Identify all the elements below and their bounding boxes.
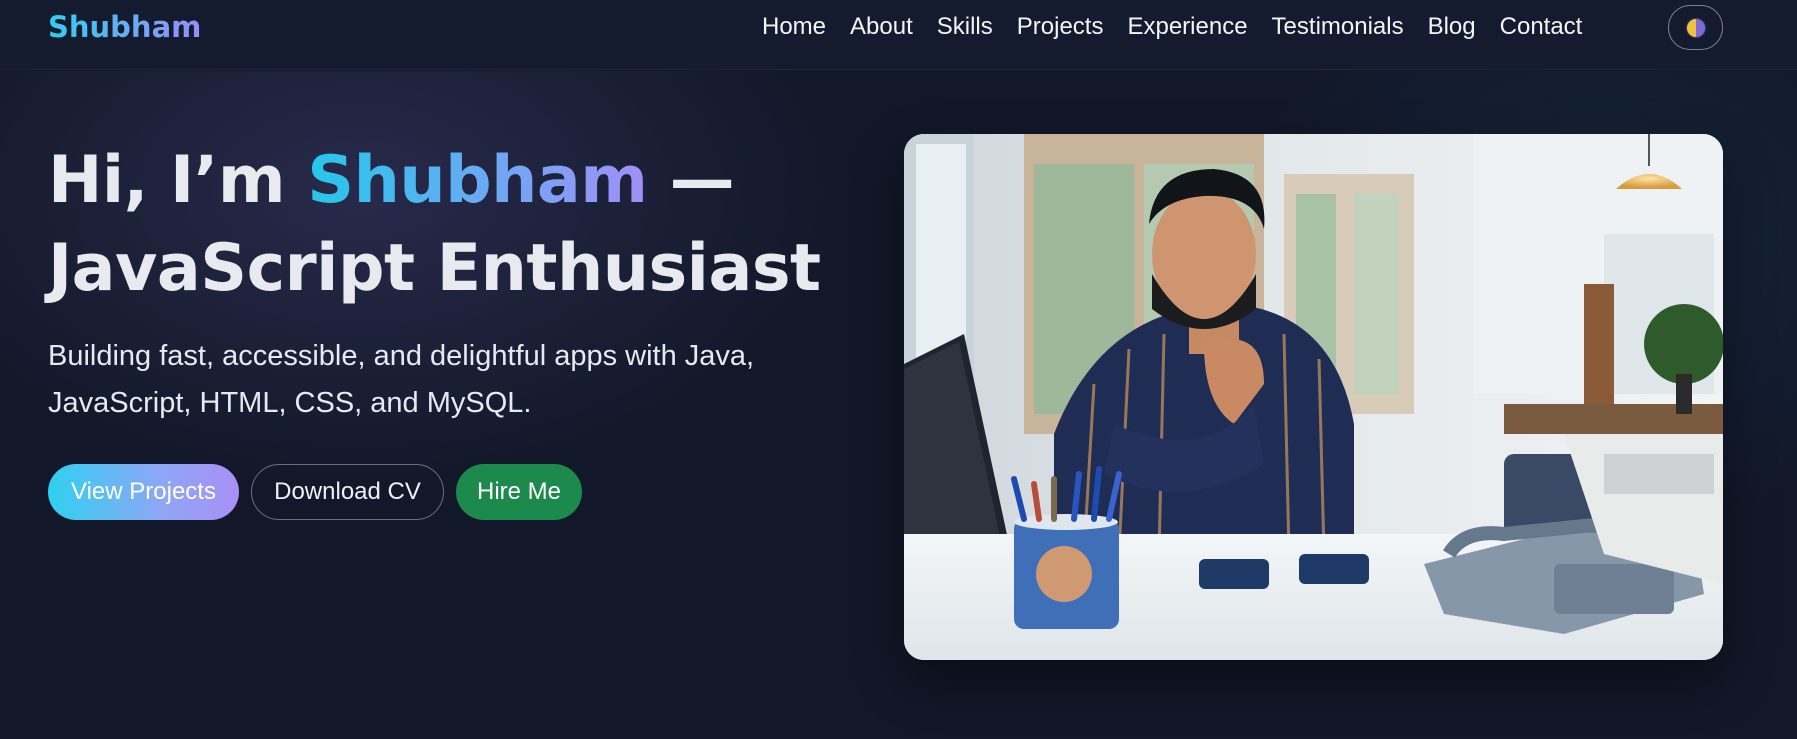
brand-logo[interactable]: Shubham — [48, 10, 201, 44]
nav-link-testimonials[interactable]: Testimonials — [1272, 13, 1404, 41]
nav-link-skills[interactable]: Skills — [937, 13, 993, 41]
hero-subtitle: Building fast, accessible, and delightfu… — [48, 340, 755, 419]
headline-dash: — — [647, 143, 735, 218]
download-cv-button[interactable]: Download CV — [251, 464, 444, 520]
nav-link-projects[interactable]: Projects — [1017, 13, 1104, 41]
headline-greeting: Hi, I’m — [48, 143, 308, 218]
nav-link-home[interactable]: Home — [762, 13, 826, 41]
hire-me-button[interactable]: Hire Me — [456, 464, 582, 520]
theme-toggle-button[interactable] — [1668, 5, 1723, 50]
nav-link-contact[interactable]: Contact — [1500, 13, 1583, 41]
nav-link-experience[interactable]: Experience — [1127, 13, 1247, 41]
hero-headline: Hi, I’m Shubham — JavaScript Enthusiast — [48, 137, 821, 313]
half-moon-theme-icon — [1685, 17, 1706, 38]
nav-link-blog[interactable]: Blog — [1428, 13, 1476, 41]
hero-actions: View Projects Download CV Hire Me — [48, 464, 594, 520]
nav-link-about[interactable]: About — [850, 13, 913, 41]
view-projects-button[interactable]: View Projects — [48, 464, 239, 520]
headline-role: JavaScript Enthusiast — [48, 231, 821, 306]
office-portrait-illustration — [904, 134, 1723, 660]
main-nav: Home About Skills Projects Experience Te… — [762, 12, 1582, 42]
top-navbar: Shubham Home About Skills Projects Exper… — [0, 0, 1797, 70]
headline-name: Shubham — [307, 143, 648, 218]
profile-photo — [904, 134, 1723, 660]
